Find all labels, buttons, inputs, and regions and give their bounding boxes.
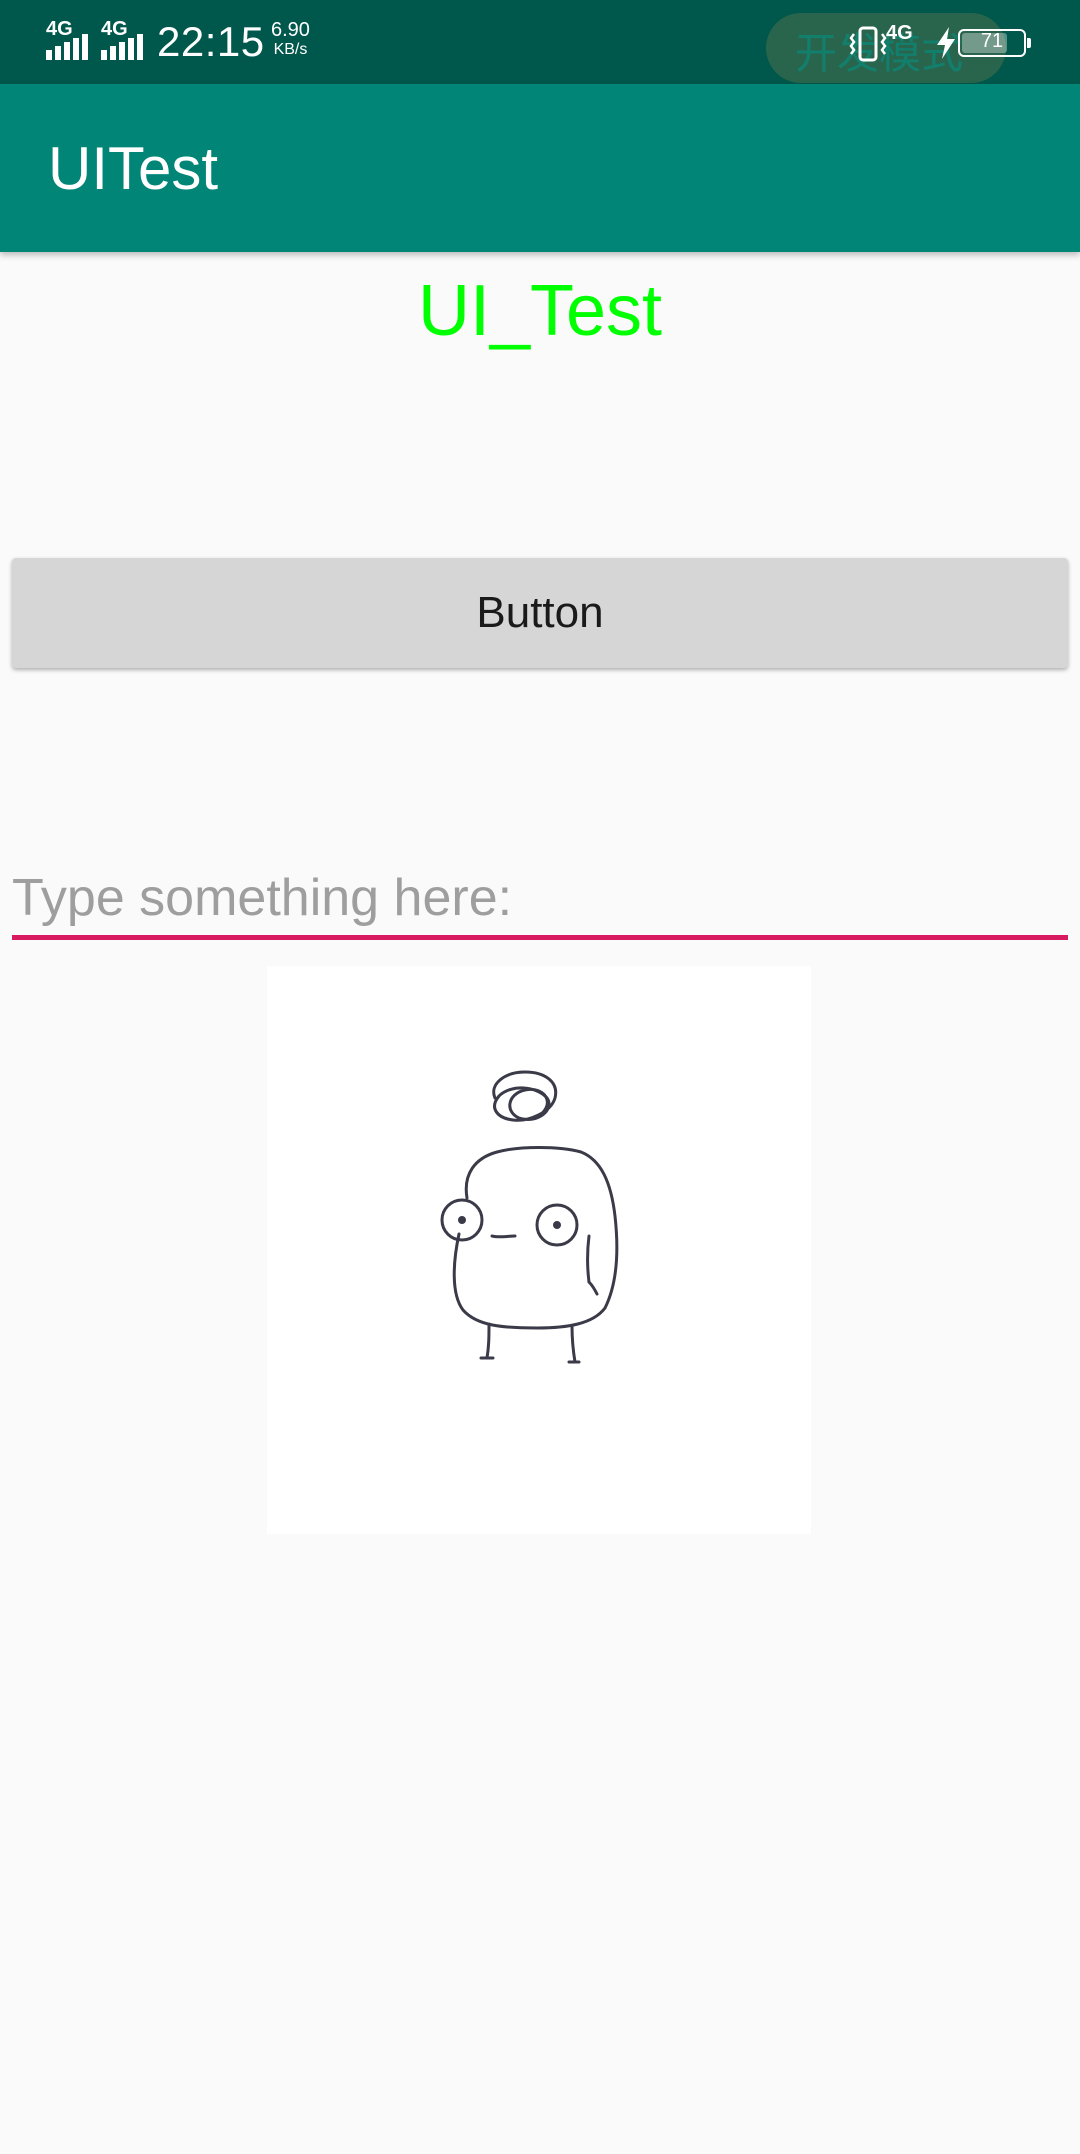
network-type-label: 4G [886, 22, 913, 44]
network-speed-unit: KB/s [273, 41, 308, 58]
page-heading: UI_Test [417, 271, 663, 351]
charging-icon [935, 26, 957, 65]
status-bar: 4G 4G 22:15 6.90 KB/s 开发模式 4G 71 [0, 0, 1080, 84]
network-speed-value: 6.90 [271, 19, 310, 41]
network-type-indicator: 4G [886, 22, 913, 45]
signal-strength-icon-sim1: 4G [46, 18, 96, 60]
app-bar: UITest [0, 84, 1080, 252]
network-speed: 6.90 KB/s [271, 20, 310, 60]
signal-type-label-1: 4G [46, 18, 73, 40]
battery-level: 71 [980, 30, 1004, 52]
signal-type-label-2: 4G [101, 18, 128, 40]
doodle-creature-drawing [440, 1070, 619, 1364]
doodle-image [267, 966, 811, 1534]
text-input[interactable] [12, 860, 1068, 940]
vibrate-icon [848, 26, 888, 67]
signal-strength-icon-sim2: 4G [101, 18, 151, 60]
main-button[interactable]: Button [12, 558, 1068, 668]
clock: 22:15 [157, 18, 265, 65]
battery-icon: 71 [958, 29, 1031, 57]
app-title: UITest [48, 135, 219, 202]
